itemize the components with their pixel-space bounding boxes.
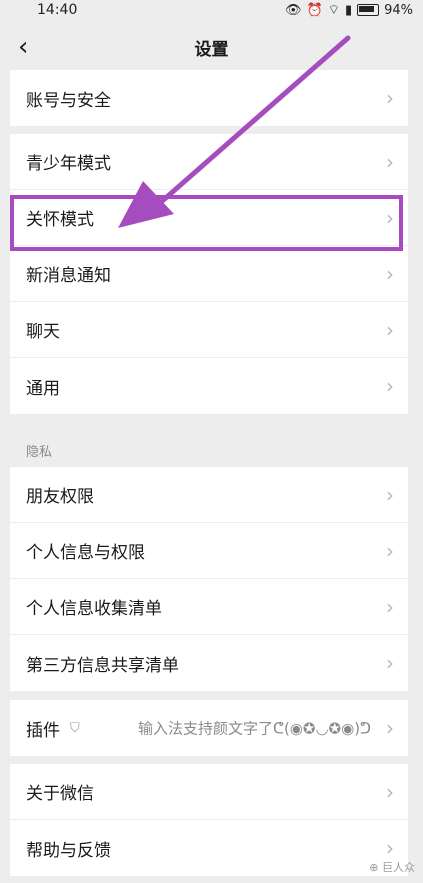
- annotation-arrow-icon: [118, 35, 351, 228]
- watermark: ⊕ 巨人众: [369, 861, 415, 874]
- watermark-text: 巨人众: [382, 861, 415, 874]
